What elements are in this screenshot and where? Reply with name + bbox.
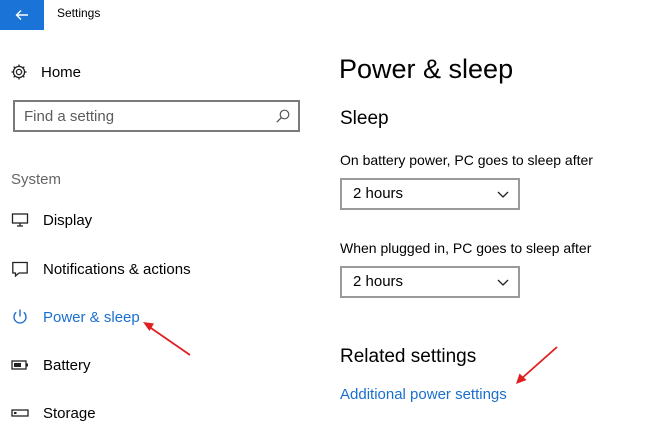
title-bar: Settings [0,0,672,30]
sidebar-item-label: Battery [43,356,91,374]
power-icon [10,307,30,327]
battery-sleep-dropdown[interactable]: 2 hours [340,178,520,210]
notifications-icon [10,259,30,279]
sidebar-item-battery[interactable]: Battery [10,351,300,379]
back-button[interactable] [0,0,44,30]
sidebar-item-notifications[interactable]: Notifications & actions [10,255,300,283]
sidebar-item-storage[interactable]: Storage [10,399,300,427]
sidebar-item-label: Power & sleep [43,308,140,326]
main-content: Power & sleep Sleep On battery power, PC… [316,30,672,438]
sidebar-item-label: Display [43,211,93,229]
sidebar: Home System Display Notifications & acti… [0,30,316,438]
sidebar-item-label: Notifications & actions [43,260,191,278]
battery-sleep-label: On battery power, PC goes to sleep after [340,152,593,168]
sleep-heading: Sleep [340,108,389,129]
chevron-down-icon [497,191,509,198]
plugged-sleep-label: When plugged in, PC goes to sleep after [340,240,592,256]
battery-icon [10,355,30,375]
page-title: Power & sleep [339,54,514,84]
sidebar-item-display[interactable]: Display [10,206,300,234]
back-arrow-icon [15,10,28,20]
related-settings-heading: Related settings [340,346,477,367]
search-box[interactable] [13,100,300,132]
additional-power-settings-link[interactable]: Additional power settings [340,386,507,403]
gear-icon [11,64,27,80]
plugged-sleep-value: 2 hours [353,273,404,290]
storage-icon [10,403,30,423]
section-label-system: System [11,171,62,188]
plugged-sleep-dropdown[interactable]: 2 hours [340,266,520,298]
search-input[interactable] [24,106,264,126]
battery-sleep-value: 2 hours [353,185,404,202]
nav-home-label: Home [41,63,82,81]
chevron-down-icon [497,279,509,286]
window-title: Settings [57,6,101,20]
search-icon[interactable] [275,108,291,124]
display-icon [10,210,30,230]
nav-home[interactable]: Home [10,60,81,84]
sidebar-item-label: Storage [43,404,96,422]
sidebar-item-power-sleep[interactable]: Power & sleep [10,303,300,331]
